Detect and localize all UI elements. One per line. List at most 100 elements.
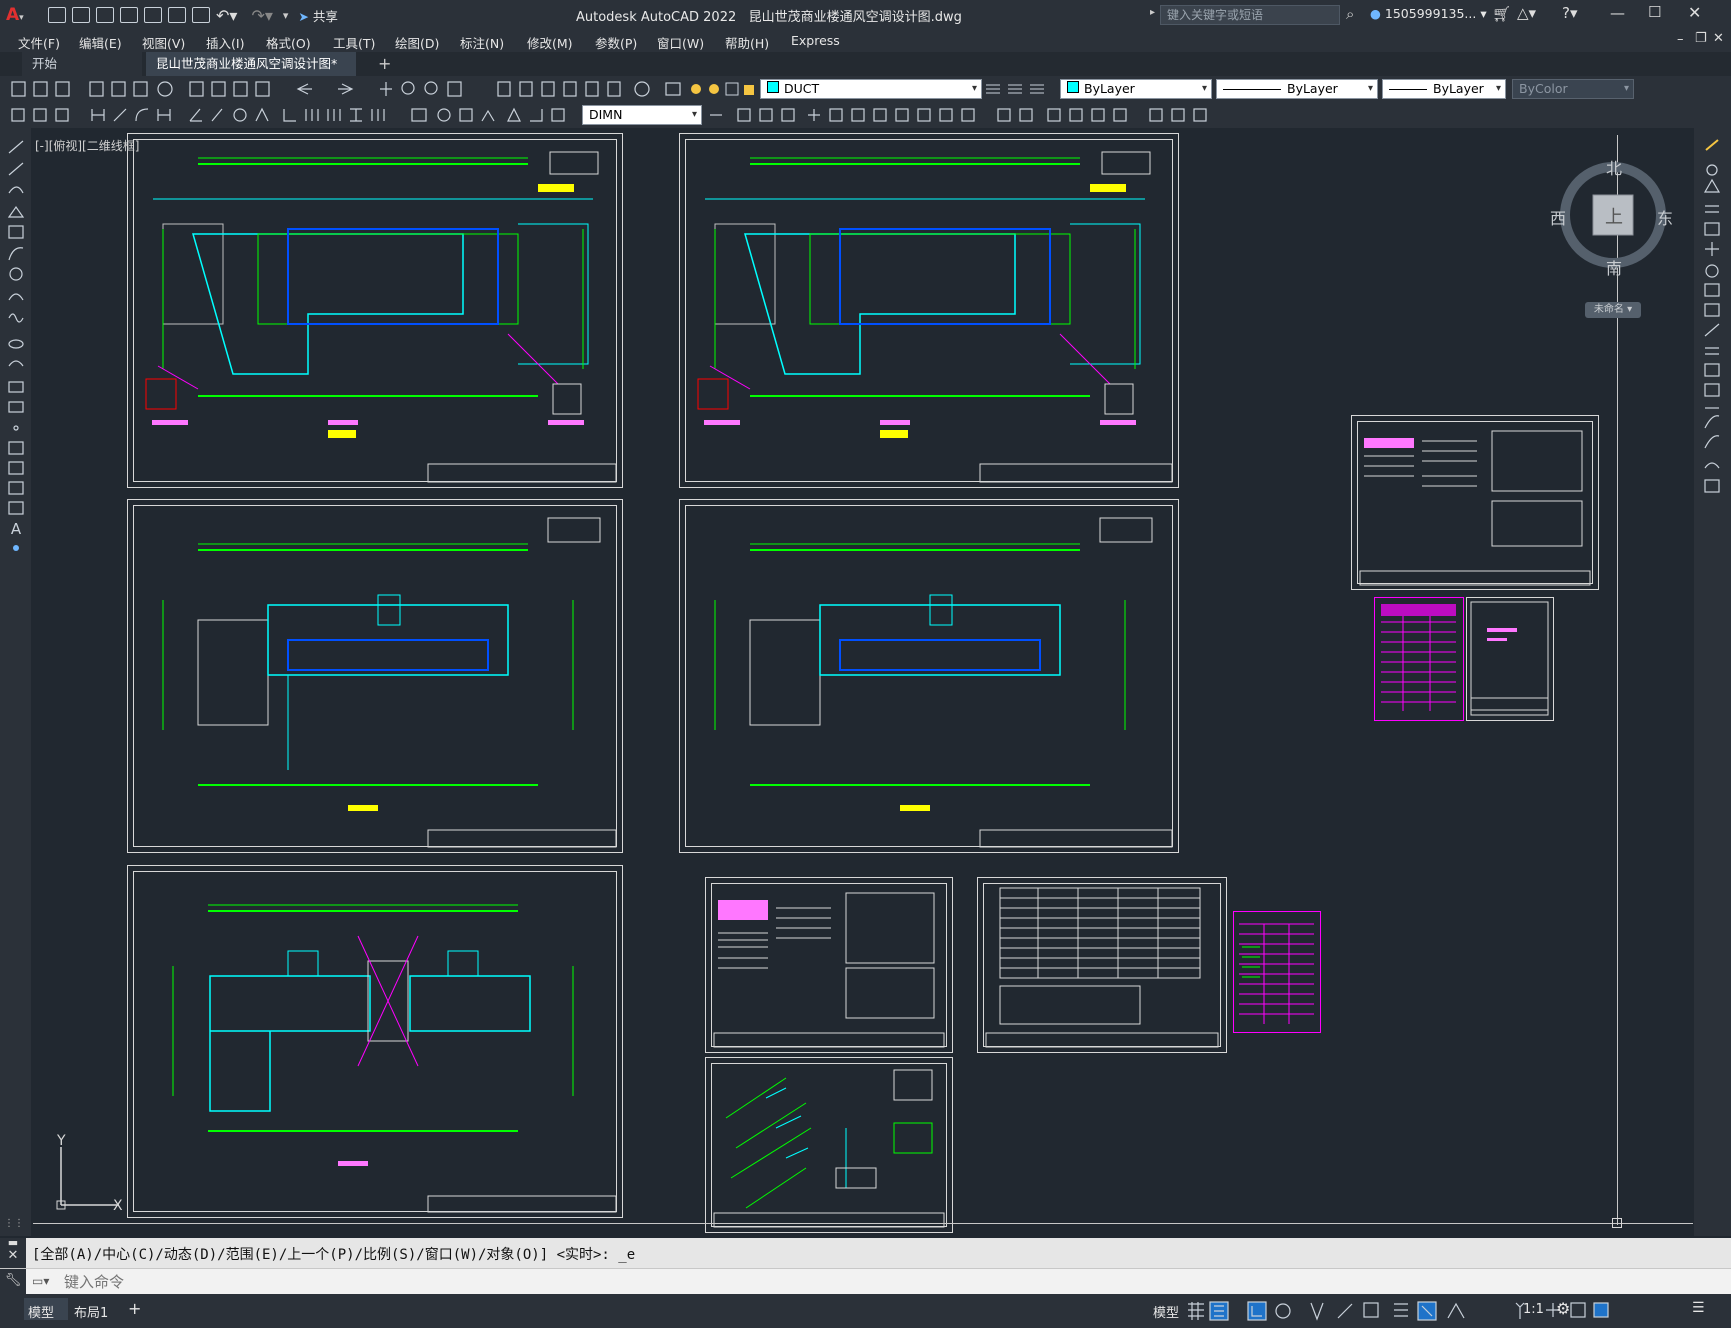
autocad-logo-icon[interactable]: A▾ [6, 5, 28, 25]
material-list-drawing [1239, 923, 1314, 1024]
doc-restore-icon[interactable]: ❐ [1695, 31, 1707, 46]
open-web-icon[interactable] [144, 7, 162, 23]
menu-edit[interactable]: 编辑(E) [79, 33, 122, 52]
search-icon[interactable]: ⌕ [1346, 5, 1354, 23]
layer-dropdown[interactable]: DUCT ▾ [760, 79, 982, 99]
doc-minimize-icon[interactable]: – [1677, 32, 1684, 47]
wcs-label: 未命名 [1593, 304, 1624, 315]
menu-file[interactable]: 文件(F) [18, 33, 60, 52]
toolbar-grip-icon[interactable]: ⋮⋮ [4, 1218, 24, 1229]
layer-tools-icons[interactable] [984, 80, 1054, 98]
drawing-sheet-design-notes[interactable] [1351, 415, 1599, 590]
drawing-sheet-notes[interactable] [705, 877, 953, 1053]
viewcube-south[interactable]: 南 [1606, 255, 1622, 279]
drawing-sheet-3[interactable] [127, 499, 623, 853]
dimension-toolbar-icons[interactable] [8, 106, 578, 124]
menu-parametric[interactable]: 参数(P) [595, 33, 637, 52]
workspace-gear-icon[interactable]: ⚙ [1556, 1299, 1570, 1318]
drawing-sheet-system[interactable] [705, 1057, 953, 1233]
command-panel-grip[interactable]: ▬ ✕ [0, 1236, 26, 1268]
crosshair-vertical [1617, 135, 1618, 1225]
doc-close-icon[interactable]: ✕ [1713, 31, 1724, 46]
plotstyle-dropdown[interactable]: ByColor ▾ [1512, 79, 1634, 99]
new-tab-icon[interactable]: + [368, 52, 396, 76]
user-account[interactable]: ● 1505999135... ▾ [1370, 6, 1487, 21]
share-button[interactable]: ➤ 共享 [298, 6, 337, 25]
minimize-icon[interactable]: — [1610, 4, 1625, 22]
menu-express[interactable]: Express [791, 33, 840, 48]
drawing-sheet-4[interactable] [679, 499, 1179, 853]
toolbar-standard: DUCT ▾ ByLayer ▾ ByLayer ▾ ByLayer ▾ ByColor… [0, 76, 1731, 102]
new-file-icon[interactable] [48, 7, 66, 23]
save-web-icon[interactable] [168, 7, 186, 23]
floor-plan-drawing [697, 151, 1173, 483]
drawing-sheet-cover[interactable] [1466, 597, 1554, 721]
linetype-dropdown[interactable]: ByLayer ▾ [1216, 79, 1378, 99]
cart-icon[interactable]: 🛒︎ [1492, 5, 1511, 23]
undo-icon[interactable]: ↶▾ [216, 6, 237, 25]
drawing-sheet-5[interactable] [127, 865, 623, 1218]
menu-window[interactable]: 窗口(W) [657, 33, 704, 52]
menu-draw[interactable]: 绘图(D) [395, 33, 439, 52]
menu-help[interactable]: 帮助(H) [725, 33, 769, 52]
draw-toolbar-icons[interactable]: A [0, 128, 31, 588]
save-as-icon[interactable] [120, 7, 138, 23]
menu-format[interactable]: 格式(O) [266, 33, 311, 52]
save-icon[interactable] [96, 7, 114, 23]
tab-layout1[interactable]: 布局1 [74, 1302, 108, 1321]
drawing-sheet-2[interactable] [679, 133, 1179, 488]
close-icon[interactable]: ✕ [1688, 3, 1701, 22]
viewcube-north[interactable]: 北 [1606, 155, 1622, 179]
drawing-canvas[interactable]: [-][俯视][二维线框] 北 南 东 西 上 未命名 ▾ Y X [33, 133, 1693, 1235]
window-title: Autodesk AutoCAD 2022 昆山世茂商业楼通风空调设计图.dwg [576, 6, 962, 25]
plot-icon[interactable] [192, 7, 210, 23]
customize-qat-icon[interactable]: ▾ [283, 9, 289, 22]
color-dropdown[interactable]: ByLayer ▾ [1060, 79, 1212, 99]
search-input[interactable]: 键入关键字或短语 [1160, 5, 1340, 25]
tab-start[interactable]: 开始 [22, 52, 142, 76]
annotation-scale[interactable]: 1:1 [1523, 1302, 1544, 1317]
add-layout-icon[interactable]: + [128, 1299, 141, 1318]
menu-tools[interactable]: 工具(T) [333, 33, 375, 52]
viewport-controls[interactable]: [-][俯视][二维线框] [35, 137, 139, 154]
close-command-icon[interactable]: ✕ [0, 1249, 26, 1263]
viewcube[interactable]: 北 南 东 西 上 [1550, 155, 1673, 278]
cover-drawing [1470, 601, 1549, 716]
status-bar: 模型 布局1 + 模型 1:1 ⚙ ☰ [0, 1294, 1731, 1328]
viewcube-east[interactable]: 东 [1657, 205, 1673, 229]
menu-view[interactable]: 视图(V) [142, 33, 185, 52]
ucs-y-label: Y [57, 1133, 66, 1149]
dimstyle-dropdown[interactable]: DIMN ▾ [582, 105, 702, 125]
viewcube-west[interactable]: 西 [1550, 205, 1566, 229]
maximize-icon[interactable]: ☐ [1648, 3, 1661, 21]
modify-toolbar-icons[interactable] [706, 106, 1216, 124]
drawing-sheet-legend[interactable] [1374, 597, 1464, 721]
lineweight-dropdown[interactable]: ByLayer ▾ [1382, 79, 1506, 99]
standard-toolbar-icons[interactable] [8, 80, 658, 98]
floor-plan-drawing [162, 517, 617, 848]
redo-icon[interactable]: ↷▾ [251, 6, 272, 25]
customize-status-icon[interactable]: ☰ [1692, 1300, 1705, 1316]
drawing-sheet-table[interactable] [977, 877, 1227, 1053]
drawing-sheet-1[interactable] [127, 133, 623, 488]
menu-insert[interactable]: 插入(I) [206, 33, 244, 52]
menu-bar: 文件(F) 编辑(E) 视图(V) 插入(I) 格式(O) 工具(T) 绘图(D… [0, 30, 1731, 52]
tab-document[interactable]: 昆山世茂商业楼通风空调设计图* ✕ [146, 52, 356, 95]
autodesk-app-icon[interactable]: △▾ [1517, 4, 1536, 22]
notes-drawing [713, 892, 945, 1048]
customize-command-icon[interactable]: 🔧︎ [0, 1269, 26, 1295]
command-input[interactable] [62, 1271, 1716, 1293]
menu-dimension[interactable]: 标注(N) [460, 33, 504, 52]
wcs-menu[interactable]: 未命名 ▾ [1585, 302, 1641, 318]
model-space-button[interactable]: 模型 [1153, 1302, 1179, 1321]
command-history: ▬ ✕ [全部(A)/中心(C)/动态(D)/范围(E)/上一个(P)/比例(S… [0, 1236, 1731, 1268]
recent-commands-icon[interactable]: ▭▾ [32, 1274, 49, 1288]
layer-toolbar-icons[interactable] [664, 80, 769, 98]
menu-modify[interactable]: 修改(M) [527, 33, 573, 52]
modify-side-icons[interactable] [1694, 128, 1731, 528]
open-file-icon[interactable] [72, 7, 90, 23]
search-expand-icon[interactable]: ▸ [1150, 7, 1155, 18]
drawing-sheet-material-list[interactable] [1233, 911, 1321, 1033]
viewcube-top-face[interactable]: 上 [1605, 203, 1623, 229]
help-icon[interactable]: ?▾ [1562, 4, 1578, 22]
